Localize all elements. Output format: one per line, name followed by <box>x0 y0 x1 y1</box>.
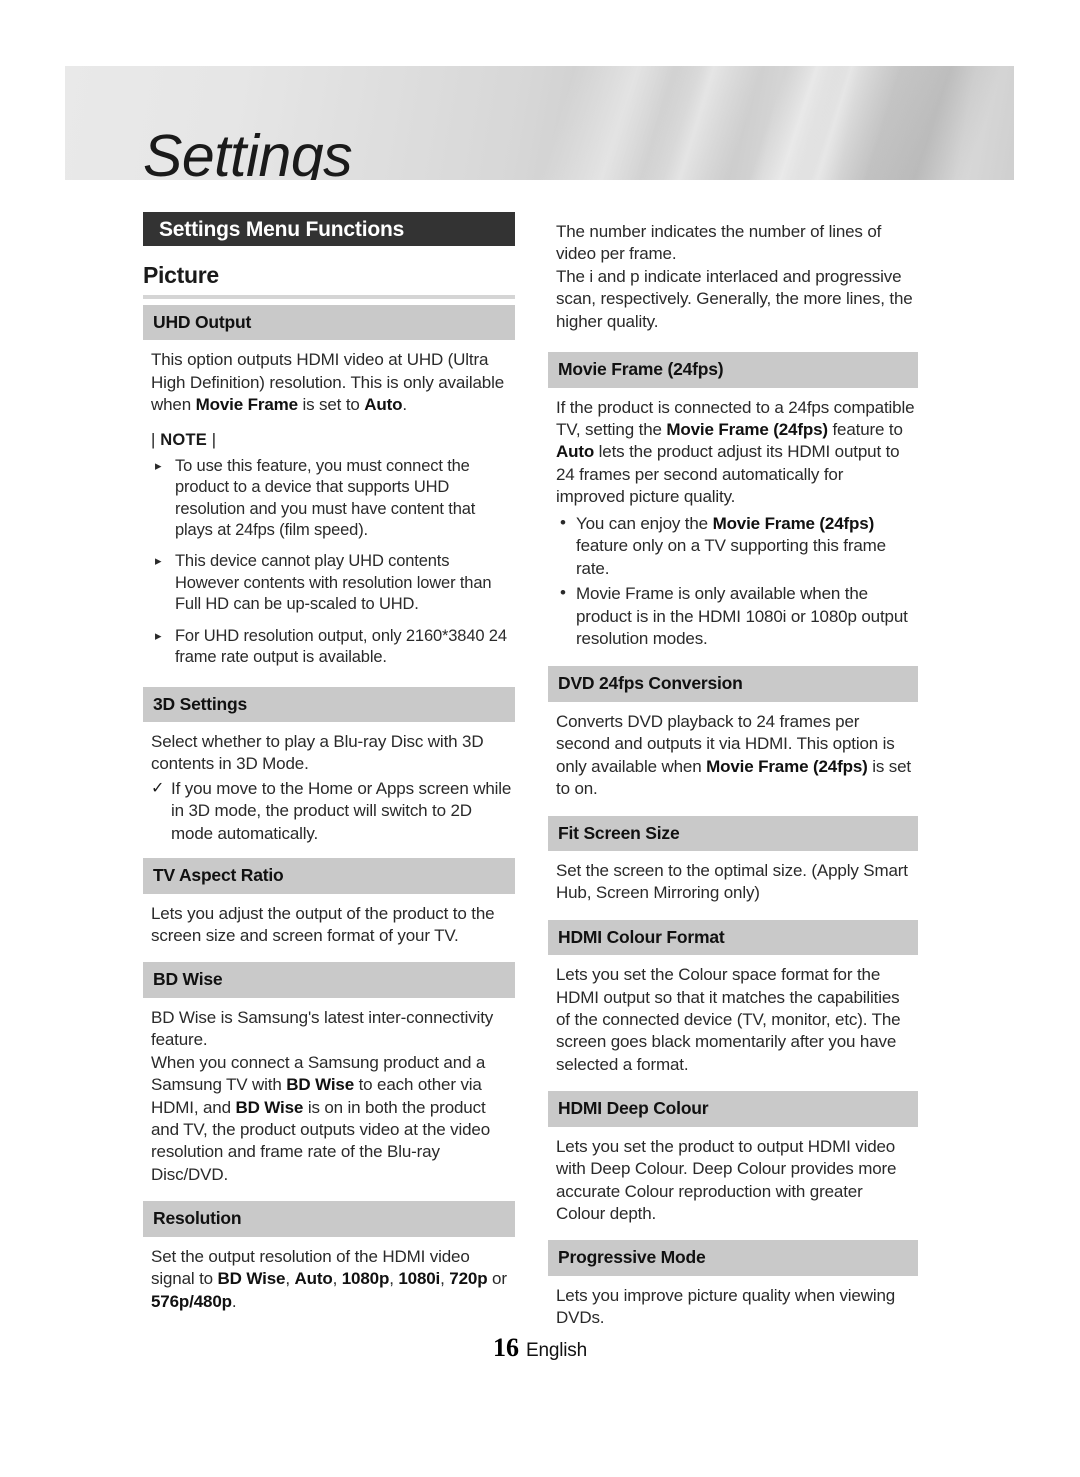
page-header-banner: Settings <box>65 66 1014 180</box>
group-title: Picture <box>143 262 219 288</box>
setting-block-dvd-24fps-conversion: DVD 24fps Conversion Converts DVD playba… <box>548 666 918 802</box>
subheading-hdmi-deep-colour: HDMI Deep Colour <box>548 1091 918 1127</box>
note-label-text: NOTE <box>160 430 207 449</box>
subheading-tv-aspect-ratio: TV Aspect Ratio <box>143 858 515 894</box>
page-footer: 16 English <box>0 1333 1080 1363</box>
subheading-uhd-output: UHD Output <box>143 305 515 341</box>
note-list-item: ▸ For UHD resolution output, only 2160*3… <box>153 626 515 669</box>
group-title-rule <box>143 295 515 299</box>
setting-block-progressive-mode: Progressive Mode Lets you improve pictur… <box>548 1240 918 1331</box>
note-pipe-left: | <box>151 430 156 449</box>
page-language: English <box>526 1340 587 1361</box>
section-title-label: Settings Menu Functions <box>159 218 405 241</box>
dot-list-movie-frame: • You can enjoy the Movie Frame (24fps) … <box>548 511 918 651</box>
body-hdmi-deep-colour: Lets you set the product to output HDMI … <box>556 1136 897 1223</box>
body-resolution: Set the output resolution of the HDMI vi… <box>151 1246 507 1311</box>
body-bd-wise: BD Wise is Samsung's latest inter-connec… <box>151 1007 494 1184</box>
setting-block-hdmi-deep-colour: HDMI Deep Colour Lets you set the produc… <box>548 1091 918 1227</box>
section-title-bar: Settings Menu Functions <box>143 212 515 246</box>
subheading-dvd-24fps-conversion: DVD 24fps Conversion <box>548 666 918 702</box>
setting-block-hdmi-colour-format: HDMI Colour Format Lets you set the Colo… <box>548 919 918 1079</box>
setting-block-bd-wise: BD Wise BD Wise is Samsung's latest inte… <box>143 962 515 1188</box>
note-list-item: ▸ To use this feature, you must connect … <box>153 456 515 542</box>
body-movie-frame: If the product is connected to a 24fps c… <box>556 397 915 507</box>
dot-list-item: • Movie Frame is only available when the… <box>558 583 918 650</box>
check-list-item-text: If you move to the Home or Apps screen w… <box>171 778 512 843</box>
setting-block-uhd-output: UHD Output This option outputs HDMI vide… <box>143 305 515 669</box>
check-bullet-icon: ✓ <box>151 779 165 797</box>
note-list-item: ▸ This device cannot play UHD contents H… <box>153 551 515 615</box>
banner-sheen-decoration-secondary <box>735 66 860 180</box>
check-list-item: ✓ If you move to the Home or Apps screen… <box>151 778 515 845</box>
subheading-fit-screen-size: Fit Screen Size <box>548 815 918 851</box>
triangle-bullet-icon: ▸ <box>155 457 162 473</box>
body-fit-screen-size: Set the screen to the optimal size. (App… <box>556 860 908 903</box>
note-label: | NOTE | <box>143 419 515 452</box>
page-title: Settings <box>143 123 353 181</box>
right-column: The number indicates the number of lines… <box>548 212 918 1332</box>
note-list-item-text: To use this feature, you must connect th… <box>175 456 476 539</box>
subheading-bd-wise: BD Wise <box>143 962 515 998</box>
setting-block-tv-aspect-ratio: TV Aspect Ratio Lets you adjust the outp… <box>143 858 515 949</box>
subheading-movie-frame: Movie Frame (24fps) <box>548 352 918 388</box>
body-progressive-mode: Lets you improve picture quality when vi… <box>556 1285 896 1328</box>
dot-list-item: • You can enjoy the Movie Frame (24fps) … <box>558 513 918 580</box>
body-uhd-output: This option outputs HDMI video at UHD (U… <box>151 350 504 415</box>
dot-bullet-icon: • <box>560 512 566 532</box>
body-hdmi-colour-format: Lets you set the Colour space format for… <box>556 965 901 1074</box>
left-column: UHD Output This option outputs HDMI vide… <box>143 305 515 1315</box>
note-list-item-text: For UHD resolution output, only 2160*384… <box>175 626 507 667</box>
body-dvd-24fps-conversion: Converts DVD playback to 24 frames per s… <box>556 711 911 799</box>
setting-block-resolution: Resolution Set the output resolution of … <box>143 1201 515 1315</box>
triangle-bullet-icon: ▸ <box>155 553 162 569</box>
setting-block-fit-screen-size: Fit Screen Size Set the screen to the op… <box>548 815 918 907</box>
banner-shadow-decoration <box>850 66 1013 180</box>
setting-block-3d-settings: 3D Settings Select whether to play a Blu… <box>143 686 515 846</box>
dot-bullet-icon: • <box>560 583 566 603</box>
note-list: ▸ To use this feature, you must connect … <box>143 452 515 669</box>
subheading-resolution: Resolution <box>143 1201 515 1237</box>
banner-sheen-decoration <box>527 66 709 180</box>
dot-list-item-text: You can enjoy the Movie Frame (24fps) fe… <box>576 513 886 578</box>
group-title-block: Picture <box>143 262 515 299</box>
body-3d-settings: Select whether to play a Blu-ray Disc wi… <box>151 732 484 774</box>
subheading-3d-settings: 3D Settings <box>143 686 515 722</box>
setting-block-movie-frame: Movie Frame (24fps) If the product is co… <box>548 352 918 650</box>
note-list-item-text: This device cannot play UHD contents How… <box>175 552 492 614</box>
triangle-bullet-icon: ▸ <box>155 627 162 643</box>
subheading-hdmi-colour-format: HDMI Colour Format <box>548 919 918 956</box>
subheading-progressive-mode: Progressive Mode <box>548 1240 918 1276</box>
dot-list-item-text: Movie Frame is only available when the p… <box>576 584 908 648</box>
body-resolution-continued: The number indicates the number of lines… <box>556 222 913 331</box>
check-list: ✓ If you move to the Home or Apps screen… <box>143 778 515 845</box>
body-tv-aspect-ratio: Lets you adjust the output of the produc… <box>151 903 495 945</box>
note-pipe-right: | <box>211 430 217 449</box>
page-number: 16 <box>493 1333 520 1362</box>
